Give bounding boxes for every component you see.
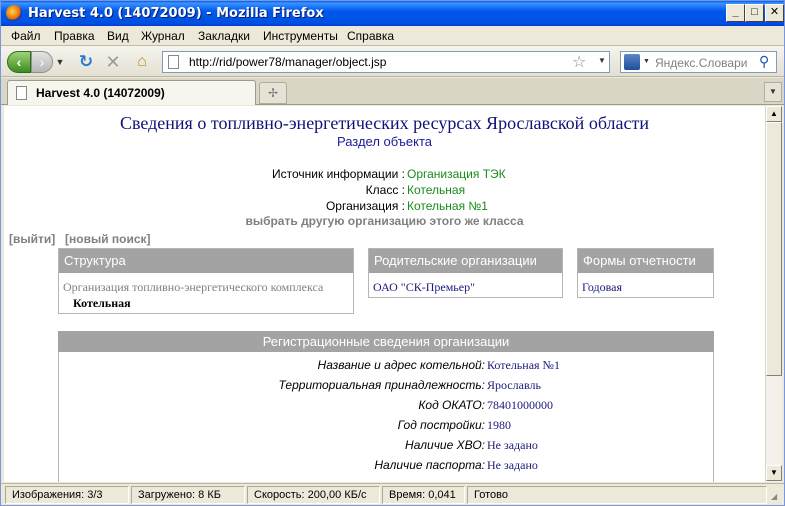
search-engine-icon[interactable] [624, 54, 640, 70]
arrow-up-icon: ▲ [770, 109, 778, 118]
arrow-down-icon: ▼ [770, 468, 778, 477]
url-text[interactable]: http://rid/power78/manager/object.jsp [189, 55, 386, 69]
page-subtitle[interactable]: Раздел объекта [4, 134, 765, 149]
registration-value: Котельная №1 [487, 358, 560, 372]
status-time: Время: 0,041 [382, 486, 465, 504]
status-images: Изображения: 3/3 [5, 486, 129, 504]
search-icon[interactable]: ⚲ [759, 53, 769, 70]
stop-button[interactable]: ✕ [102, 51, 124, 73]
page-icon [168, 55, 179, 69]
structure-panel: Структура Организация топливно-энергетич… [58, 248, 354, 314]
scroll-down-button[interactable]: ▼ [766, 465, 782, 481]
registration-value: 78401000000 [487, 398, 553, 412]
registration-label: Наличие ХВО: [405, 438, 485, 452]
menu-bookmarks[interactable]: Закладки [198, 29, 250, 43]
registration-header: Регистрационные сведения организации [58, 331, 714, 352]
parent-organizations-header: Родительские организации [369, 249, 562, 273]
scroll-up-button[interactable]: ▲ [766, 106, 782, 122]
registration-label: Территориальная принадлежность: [278, 378, 486, 392]
forward-arrow-icon: › [39, 54, 45, 70]
parent-organizations-panel: Родительские организации ОАО "СК-Премьер… [368, 248, 563, 298]
choose-other-organization-link[interactable]: выбрать другую организацию этого же клас… [4, 214, 765, 228]
plus-icon: ✢ [267, 86, 279, 100]
new-search-link[interactable]: [новый поиск] [65, 232, 151, 246]
logout-link[interactable]: [выйти] [9, 232, 55, 246]
registration-value: Ярославль [487, 378, 541, 392]
parent-organization-link[interactable]: ОАО "СК-Премьер" [373, 280, 475, 295]
registration-label: Наличие паспорта: [374, 458, 485, 472]
info-value: Котельная №1 [407, 199, 488, 213]
tab-active[interactable]: Harvest 4.0 (14072009) [7, 80, 256, 105]
maximize-button[interactable]: □ [745, 4, 764, 22]
status-bar: Изображения: 3/3 Загружено: 8 КБ Скорост… [1, 483, 784, 505]
title-bar: Harvest 4.0 (14072009) - Mozilla Firefox… [1, 1, 784, 26]
scroll-thumb[interactable] [766, 122, 782, 376]
close-button[interactable]: ✕ [765, 4, 784, 22]
stop-icon: ✕ [105, 52, 121, 72]
menu-help[interactable]: Справка [347, 29, 394, 43]
back-button[interactable]: ‹ [7, 51, 31, 73]
home-button[interactable]: ⌂ [131, 51, 153, 73]
menu-bar: Файл Правка Вид Журнал Закладки Инструме… [1, 26, 784, 46]
bookmark-star-icon[interactable]: ☆ [572, 52, 586, 72]
registration-label: Год постройки: [397, 418, 485, 432]
forward-button[interactable]: › [31, 51, 53, 73]
registration-label: Название и адрес котельной: [317, 358, 485, 372]
engine-dropdown-icon[interactable]: ▼ [643, 58, 650, 65]
reload-button[interactable]: ↻ [75, 51, 97, 73]
search-placeholder[interactable]: Яндекс.Словари [655, 56, 747, 70]
url-dropdown-icon[interactable]: ▼ [598, 56, 606, 65]
minimize-button[interactable]: _ [726, 4, 745, 22]
status-loaded: Загружено: 8 КБ [131, 486, 245, 504]
firefox-icon [6, 5, 22, 21]
home-icon: ⌂ [137, 53, 147, 70]
new-tab-button[interactable]: ✢ [259, 82, 287, 104]
back-arrow-icon: ‹ [16, 54, 22, 70]
registration-label: Код ОКАТО: [418, 398, 485, 412]
menu-tools[interactable]: Инструменты [263, 29, 338, 43]
status-speed: Скорость: 200,00 КБ/с [247, 486, 380, 504]
menu-edit[interactable]: Правка [54, 29, 95, 43]
registration-value: Не задано [487, 438, 538, 452]
browser-window: Harvest 4.0 (14072009) - Mozilla Firefox… [0, 0, 785, 506]
tab-title: Harvest 4.0 (14072009) [36, 86, 165, 100]
info-label: Класс : [365, 183, 405, 197]
search-box[interactable]: ▼ Яндекс.Словари ⚲ [620, 51, 777, 73]
reload-icon: ↻ [78, 52, 94, 71]
status-state: Готово [467, 486, 767, 504]
menu-history[interactable]: Журнал [141, 29, 185, 43]
report-form-link[interactable]: Годовая [582, 280, 622, 295]
menu-view[interactable]: Вид [107, 29, 129, 43]
chevron-down-icon: ▼ [55, 57, 65, 67]
menu-file[interactable]: Файл [11, 29, 41, 43]
registration-value: 1980 [487, 418, 511, 432]
vertical-scrollbar[interactable]: ▲ ▼ [765, 106, 782, 482]
info-label: Организация : [325, 199, 405, 213]
history-dropdown-button[interactable]: ▼ [54, 51, 66, 73]
window-title: Harvest 4.0 (14072009) - Mozilla Firefox [28, 6, 324, 21]
registration-value: Не задано [487, 458, 538, 472]
info-label: Источник информации : [272, 167, 405, 181]
report-forms-header: Формы отчетности [578, 249, 713, 273]
page-title: Сведения о топливно-энергетических ресур… [119, 113, 649, 133]
structure-header: Структура [59, 249, 353, 273]
structure-parent[interactable]: Организация топливно-энергетического ком… [63, 280, 323, 295]
info-value: Котельная [407, 183, 466, 197]
page-content: Сведения о топливно-энергетических ресур… [4, 106, 765, 482]
resize-grip-icon[interactable]: ◢ [771, 492, 781, 502]
url-bar[interactable]: http://rid/power78/manager/object.jsp ☆ … [162, 51, 610, 73]
tab-list-button[interactable]: ▼ [764, 82, 782, 102]
page-icon [16, 86, 27, 100]
tab-bar: Harvest 4.0 (14072009) ✢ ▼ [1, 78, 784, 105]
chevron-down-icon: ▼ [769, 87, 777, 96]
report-forms-panel: Формы отчетности Годовая [577, 248, 714, 298]
structure-current: Котельная [73, 296, 131, 310]
info-value: Организация ТЭК [407, 167, 506, 181]
registration-body: Название и адрес котельной: Котельная №1… [58, 352, 714, 482]
